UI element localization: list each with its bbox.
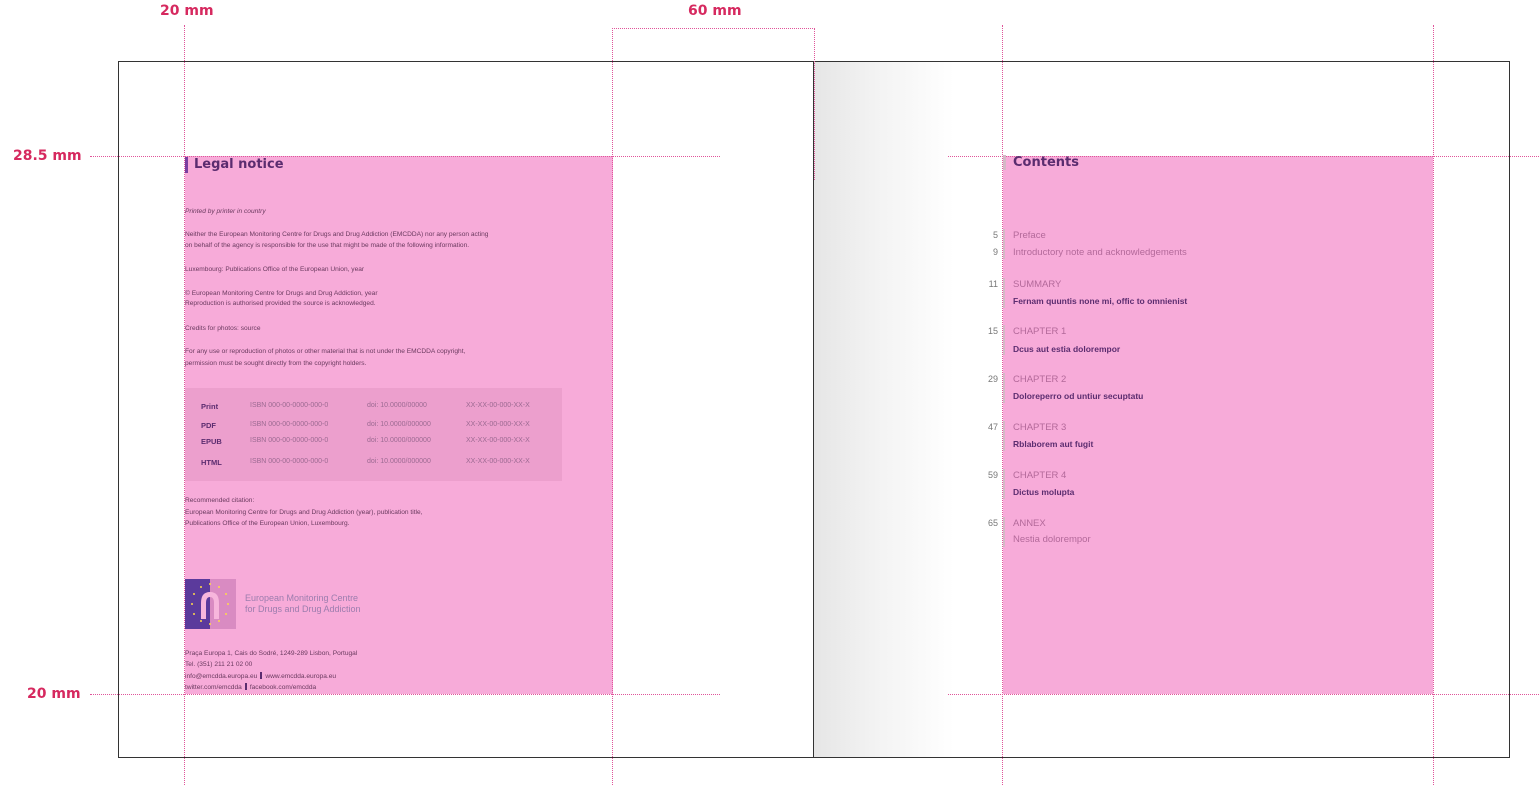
toc-label-annex[interactable]: ANNEX xyxy=(1013,518,1046,529)
citation-line-1: Recommended citation: xyxy=(185,497,255,504)
toc-label-chapter-2[interactable]: CHAPTER 2 xyxy=(1013,374,1066,385)
org-name-line-2: for Drugs and Drug Addiction xyxy=(245,604,361,614)
contents-heading-bar xyxy=(1003,155,1006,170)
toc-title-chapter-2[interactable]: Doloreperro od untiur secuptatu xyxy=(1013,391,1143,401)
toc-page-number: 65 xyxy=(987,518,998,528)
guide-right-inner xyxy=(1002,25,1003,785)
toc-page-number: 15 xyxy=(987,326,998,336)
citation-line-2: European Monitoring Centre for Drugs and… xyxy=(185,509,423,516)
disclaimer-line-2: on behalf of the agency is responsible f… xyxy=(185,242,470,249)
guide-column-edge xyxy=(612,28,613,785)
isbn-number: ISBN 000-00-0000-000-0 xyxy=(250,421,329,428)
guide-bottom-left xyxy=(90,694,720,695)
isbn-row: EPUB ISBN 000-00-0000-000-0 doi: 10.0000… xyxy=(185,437,562,449)
isbn-format: Print xyxy=(201,402,219,411)
contents-heading: Contents xyxy=(1013,155,1079,170)
photo-credits: Credits for photos: source xyxy=(185,325,261,332)
toc-entry-introductory-note[interactable]: Introductory note and acknowledgements xyxy=(1013,247,1187,258)
toc-page-number: 47 xyxy=(987,422,998,432)
separator xyxy=(260,672,263,679)
toc-label-chapter-1[interactable]: CHAPTER 1 xyxy=(1013,326,1066,337)
twitter-link[interactable]: twitter.com/emcdda xyxy=(185,684,242,691)
toc-label-summary[interactable]: SUMMARY xyxy=(1013,279,1061,290)
org-name-line-1: European Monitoring Centre xyxy=(245,593,359,603)
toc-label-chapter-4[interactable]: CHAPTER 4 xyxy=(1013,470,1066,481)
toc-rule xyxy=(1003,517,1005,547)
toc-label-chapter-3[interactable]: CHAPTER 3 xyxy=(1013,422,1066,433)
isbn-format: PDF xyxy=(201,421,216,430)
copyright-line-2: Reproduction is authorised provided the … xyxy=(185,300,376,307)
toc-title-chapter-1[interactable]: Dcus aut estia dolorempor xyxy=(1013,344,1120,354)
social-line: twitter.com/emcdda facebook.com/emcdda xyxy=(185,683,316,693)
isbn-doi: doi: 10.0000/000000 xyxy=(367,421,431,428)
isbn-row: PDF ISBN 000-00-0000-000-0 doi: 10.0000/… xyxy=(185,421,562,433)
isbn-doi: doi: 10.0000/00000 xyxy=(367,402,427,409)
margin-left-label: 20 mm xyxy=(160,3,214,19)
email-link[interactable]: info@emcdda.europa.eu xyxy=(185,673,257,680)
telephone-line: Tel. (351) 211 21 02 00 xyxy=(185,661,253,668)
guide-column-top xyxy=(612,28,815,29)
email-web-line: info@emcdda.europa.eu www.emcdda.europa.e… xyxy=(185,672,336,682)
facebook-link[interactable]: facebook.com/emcdda xyxy=(250,684,316,691)
isbn-number: ISBN 000-00-0000-000-0 xyxy=(250,458,329,465)
right-text-block xyxy=(1003,156,1433,694)
isbn-row: HTML ISBN 000-00-0000-000-0 doi: 10.0000… xyxy=(185,458,562,470)
isbn-catalogue: XX-XX-00-000-XX-X xyxy=(466,437,530,444)
toc-entry-preface[interactable]: Preface xyxy=(1013,230,1046,241)
toc-title-summary[interactable]: Fernam quuntis none mi, offic to omnieni… xyxy=(1013,296,1187,306)
isbn-number: ISBN 000-00-0000-000-0 xyxy=(250,402,329,409)
isbn-doi: doi: 10.0000/000000 xyxy=(367,458,431,465)
luxembourg-line: Luxembourg: Publications Office of the E… xyxy=(185,266,365,273)
toc-rule xyxy=(1003,325,1005,355)
website-link[interactable]: www.emcdda.europa.eu xyxy=(265,673,336,680)
isbn-doi: doi: 10.0000/000000 xyxy=(367,437,431,444)
isbn-catalogue: XX-XX-00-000-XX-X xyxy=(466,458,530,465)
toc-title-annex[interactable]: Nestia dolorempor xyxy=(1013,534,1091,545)
toc-rule xyxy=(1003,421,1005,451)
guide-column-right xyxy=(814,28,815,180)
legal-heading-bar xyxy=(185,157,188,173)
toc-title-chapter-4[interactable]: Dictus molupta xyxy=(1013,487,1074,497)
isbn-format: EPUB xyxy=(201,437,222,446)
isbn-number: ISBN 000-00-0000-000-0 xyxy=(250,437,329,444)
margin-top-label: 28.5 mm xyxy=(13,148,82,164)
citation-line-3: Publications Office of the European Unio… xyxy=(185,520,350,527)
address-line: Praça Europa 1, Cais do Sodré, 1249-289 … xyxy=(185,650,358,657)
toc-rule xyxy=(1003,373,1005,403)
disclaimer-line-1: Neither the European Monitoring Centre f… xyxy=(185,231,489,238)
toc-page-number: 29 xyxy=(987,374,998,384)
toc-title-chapter-3[interactable]: Rblaborem aut fugit xyxy=(1013,439,1093,449)
gutter-shadow xyxy=(814,62,954,757)
reuse-line-1: For any use or reproduction of photos or… xyxy=(185,348,466,355)
separator xyxy=(244,683,247,690)
toc-page-number: 5 xyxy=(992,230,998,240)
toc-page-number: 9 xyxy=(992,247,998,257)
isbn-catalogue: XX-XX-00-000-XX-X xyxy=(466,402,530,409)
toc-page-number: 59 xyxy=(987,470,998,480)
toc-rule xyxy=(1003,278,1005,308)
emcdda-logo-icon xyxy=(185,579,236,629)
toc-page-number: 11 xyxy=(988,279,998,289)
printed-by: Printed by printer in country xyxy=(185,208,266,215)
guide-bottom-right xyxy=(948,694,1539,695)
isbn-catalogue: XX-XX-00-000-XX-X xyxy=(466,421,530,428)
legal-notice-heading: Legal notice xyxy=(194,157,284,172)
column-width-label: 60 mm xyxy=(688,3,742,19)
margin-bottom-label: 20 mm xyxy=(27,686,81,702)
guide-right-outer xyxy=(1433,25,1434,785)
toc-rule xyxy=(1003,469,1005,499)
isbn-row: Print ISBN 000-00-0000-000-0 doi: 10.000… xyxy=(185,402,562,414)
reuse-line-2: permission must be sought directly from … xyxy=(185,360,367,367)
isbn-table: Print ISBN 000-00-0000-000-0 doi: 10.000… xyxy=(185,388,562,481)
copyright-line-1: © European Monitoring Centre for Drugs a… xyxy=(185,290,378,297)
toc-rule xyxy=(1003,229,1005,259)
isbn-format: HTML xyxy=(201,458,222,467)
